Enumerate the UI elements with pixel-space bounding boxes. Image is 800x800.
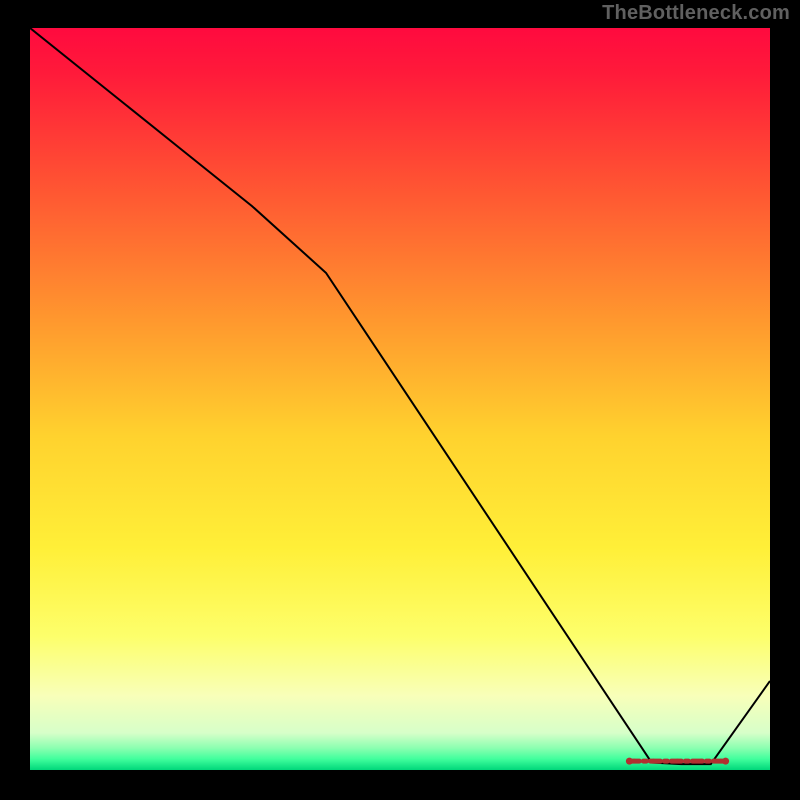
attribution-text: TheBottleneck.com [602,2,790,25]
chart-root: TheBottleneck.com [0,0,800,800]
gradient-background [30,28,770,770]
plot-frame [30,28,770,770]
plot-svg [30,28,770,770]
